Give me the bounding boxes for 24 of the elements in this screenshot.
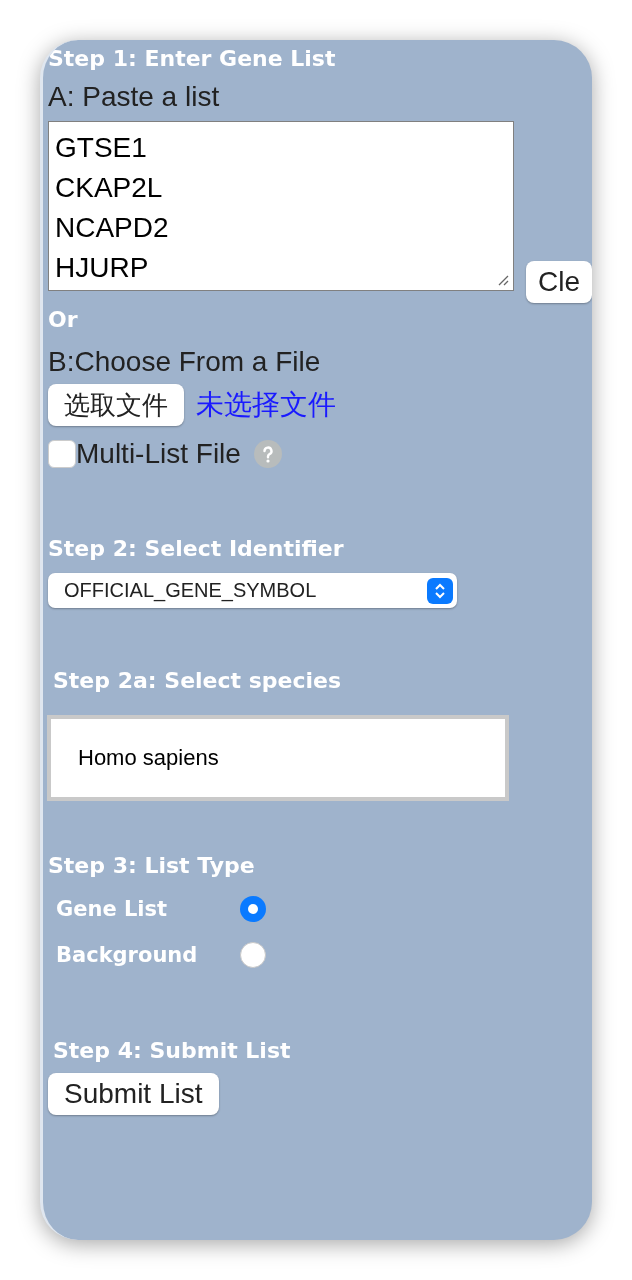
radio-label: Background — [56, 943, 199, 967]
multi-list-checkbox[interactable] — [48, 440, 76, 468]
step-heading: Step 1: Enter Gene List — [48, 46, 336, 71]
file-status: 未选择文件 — [196, 387, 336, 423]
choose-file-button[interactable]: 选取文件 — [48, 384, 184, 426]
resize-grip-icon[interactable] — [497, 274, 509, 286]
step-heading: Step 3: List Type — [48, 853, 255, 878]
identifier-select[interactable]: OFFICIAL_GENE_SYMBOL — [48, 573, 457, 608]
radio-button[interactable] — [240, 896, 266, 922]
gene-list-field[interactable]: GTSE1 CKAP2L NCAPD2 HJURP — [48, 121, 514, 291]
or-label: Or — [48, 307, 79, 332]
step-heading: Step 4: Submit List — [53, 1038, 291, 1063]
submit-button[interactable]: Submit List — [48, 1073, 219, 1115]
clear-button[interactable]: Cle — [526, 261, 592, 303]
step-heading: Step 2: Select Identifier — [48, 536, 344, 561]
step-heading: Step 2a: Select species — [53, 668, 342, 693]
paste-label: A: Paste a list — [48, 81, 221, 113]
radio-button[interactable] — [240, 942, 266, 968]
file-label: B:Choose From a File — [48, 346, 322, 378]
stepper-icon — [427, 577, 453, 604]
multi-list-label: Multi-List File — [76, 438, 241, 470]
species-list-box[interactable]: Homo sapiens — [47, 715, 509, 801]
radio-label: Gene List — [56, 897, 169, 921]
help-icon[interactable] — [252, 439, 283, 469]
